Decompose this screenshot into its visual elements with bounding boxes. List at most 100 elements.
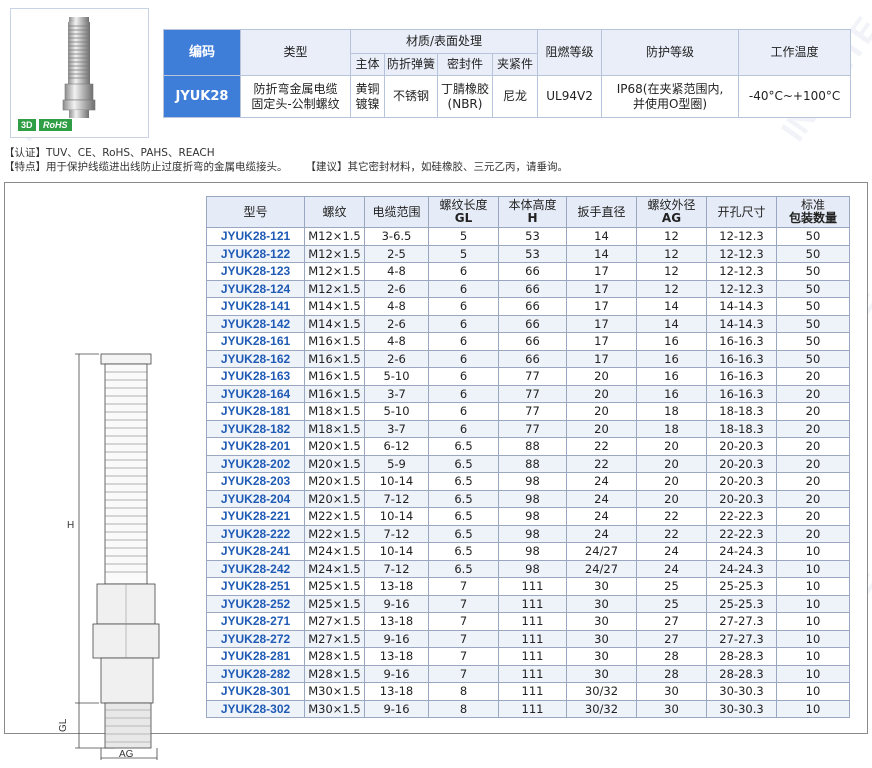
table-cell: 98 <box>498 489 567 508</box>
table-cell: M30×1.5 <box>304 682 365 701</box>
table-cell: 20 <box>636 472 707 491</box>
table-row: JYUK28-282 M28×1.5 9-16 7 111 30 28 28-28.3 10 <box>206 664 850 683</box>
table-cell: 10 <box>776 542 850 561</box>
spec-code: JYUK28 <box>163 75 241 118</box>
table-cell: 6.5 <box>428 472 499 491</box>
ag-label: AG <box>119 749 134 760</box>
table-row: JYUK28-124 M12×1.5 2-6 6 66 17 12 12-12.3 50 <box>206 279 850 298</box>
spec-table: 编码 类型 材质/表面处理 阻燃等级 防护等级 工作温度 主体 防折弹簧 密封件… <box>163 29 852 118</box>
model-code-cell: JYUK28-164 <box>206 384 305 403</box>
model-code-cell: JYUK28-204 <box>206 489 305 508</box>
table-cell: 6 <box>428 332 499 351</box>
spec-protection: IP68(在夹紧范围内, 并使用O型圈) <box>601 75 740 118</box>
table-cell: 14-14.3 <box>706 314 777 333</box>
table-cell: 30/32 <box>566 682 637 701</box>
table-row: JYUK28-121 M12×1.5 3-6.5 5 53 14 12 12-12.3 50 <box>206 227 850 246</box>
table-row: JYUK28-181 M18×1.5 5-10 6 77 20 18 18-18.3 20 <box>206 402 850 421</box>
table-cell: 4-8 <box>364 297 429 316</box>
table-cell: 3-7 <box>364 384 429 403</box>
table-cell: 6 <box>428 384 499 403</box>
table-cell: 7 <box>428 612 499 631</box>
table-row: JYUK28-164 M16×1.5 3-7 6 77 20 16 16-16.3 20 <box>206 384 850 403</box>
table-cell: 12 <box>636 279 707 298</box>
table-cell: 13-18 <box>364 682 429 701</box>
table-cell: 7-12 <box>364 489 429 508</box>
column-header: 扳手直径 <box>566 196 637 228</box>
table-cell: 2-5 <box>364 244 429 263</box>
table-cell: 16 <box>636 332 707 351</box>
table-cell: 30 <box>566 664 637 683</box>
table-cell: M27×1.5 <box>304 612 365 631</box>
model-code-cell: JYUK28-142 <box>206 314 305 333</box>
table-cell: M20×1.5 <box>304 437 365 456</box>
column-header: 开孔尺寸 <box>706 196 777 228</box>
table-cell: 12 <box>636 244 707 263</box>
table-cell: 50 <box>776 314 850 333</box>
table-cell: 16 <box>636 384 707 403</box>
table-cell: M28×1.5 <box>304 664 365 683</box>
table-cell: 98 <box>498 542 567 561</box>
table-cell: 6.5 <box>428 489 499 508</box>
model-code-cell: JYUK28-124 <box>206 279 305 298</box>
table-cell: M24×1.5 <box>304 542 365 561</box>
table-cell: 2-6 <box>364 349 429 368</box>
table-cell: 98 <box>498 559 567 578</box>
table-cell: 16 <box>636 349 707 368</box>
table-cell: 30/32 <box>566 699 637 718</box>
table-cell: 22 <box>566 454 637 473</box>
table-cell: 111 <box>498 577 567 596</box>
table-cell: M22×1.5 <box>304 524 365 543</box>
model-code-cell: JYUK28-241 <box>206 542 305 561</box>
table-cell: 22 <box>636 507 707 526</box>
table-cell: M24×1.5 <box>304 559 365 578</box>
table-cell: 6 <box>428 262 499 281</box>
table-cell: 53 <box>498 227 567 246</box>
table-cell: 66 <box>498 279 567 298</box>
table-cell: 53 <box>498 244 567 263</box>
table-row: JYUK28-251 M25×1.5 13-18 7 111 30 25 25-25.3 10 <box>206 577 850 596</box>
table-cell: 20 <box>776 419 850 438</box>
table-cell: 24/27 <box>566 542 637 561</box>
model-table-header: 型号 螺纹 电缆范围 螺纹长度 GL 本体高度 H 扳手直径 螺纹外径 AG 开孔尺寸 标准 包装数量 <box>206 196 850 228</box>
table-cell: M27×1.5 <box>304 629 365 648</box>
table-cell: 10-14 <box>364 507 429 526</box>
table-cell: 50 <box>776 279 850 298</box>
table-cell: 14 <box>566 244 637 263</box>
model-code-cell: JYUK28-252 <box>206 594 305 613</box>
model-code-cell: JYUK28-181 <box>206 402 305 421</box>
spec-header-type: 类型 <box>240 29 351 76</box>
table-cell: 5 <box>428 227 499 246</box>
table-cell: 50 <box>776 244 850 263</box>
table-cell: 6 <box>428 402 499 421</box>
table-cell: 20 <box>566 419 637 438</box>
cable-gland-photo <box>62 17 96 118</box>
spec-clamp: 尼龙 <box>491 75 539 118</box>
table-cell: 7 <box>428 647 499 666</box>
table-cell: 28-28.3 <box>706 664 777 683</box>
3d-badge: 3D <box>18 119 36 131</box>
table-cell: 10-14 <box>364 542 429 561</box>
table-cell: 24-24.3 <box>706 559 777 578</box>
table-cell: 22 <box>636 524 707 543</box>
table-cell: 77 <box>498 419 567 438</box>
table-cell: 20 <box>776 437 850 456</box>
table-cell: 10 <box>776 612 850 631</box>
model-code-cell: JYUK28-222 <box>206 524 305 543</box>
table-cell: 13-18 <box>364 612 429 631</box>
spec-header-seal: 密封件 <box>437 53 493 76</box>
table-cell: 13-18 <box>364 577 429 596</box>
table-row: JYUK28-302 M30×1.5 9-16 8 111 30/32 30 30-30.3 1… <box>206 699 850 718</box>
table-cell: 16 <box>636 367 707 386</box>
table-cell: 10 <box>776 647 850 666</box>
spec-header-material: 材质/表面处理 <box>349 29 539 54</box>
table-cell: 8 <box>428 699 499 718</box>
table-cell: M16×1.5 <box>304 349 365 368</box>
table-cell: 3-6.5 <box>364 227 429 246</box>
column-header: 螺纹长度 GL <box>428 196 499 228</box>
table-cell: M20×1.5 <box>304 472 365 491</box>
table-cell: 17 <box>566 349 637 368</box>
table-cell: 7 <box>428 577 499 596</box>
model-code-cell: JYUK28-301 <box>206 682 305 701</box>
table-cell: 50 <box>776 227 850 246</box>
spec-header-clamp: 夹紧件 <box>491 53 539 76</box>
